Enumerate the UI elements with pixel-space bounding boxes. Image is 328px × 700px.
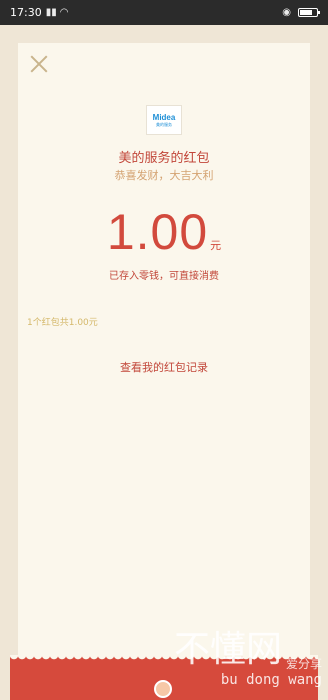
dual-sim-icon: ▮▮ [45, 7, 57, 18]
packet-summary: 1个红包共1.00元 [27, 318, 98, 328]
watermark-side: 爱分享 [285, 657, 322, 671]
watermark-badge-icon [154, 680, 172, 698]
status-time: 17:30 [10, 6, 42, 19]
logo-text: Midea [152, 112, 176, 122]
close-icon[interactable] [30, 55, 48, 73]
amount-row: 1.00 元 [18, 203, 310, 261]
amount-unit: 元 [210, 239, 222, 252]
red-packet-card: Midea 美的服务 美的服务的红包 恭喜发财，大吉大利 1.00 元 已存入零钱… [18, 43, 310, 683]
sender-title: 美的服务的红包 [118, 151, 210, 166]
watermark: 不懂网 爱分享 bu dong wang [174, 620, 322, 688]
amount-value: 1.00 [106, 204, 209, 260]
sender-logo: Midea 美的服务 [146, 105, 182, 135]
logo-subtext: 美的服务 [156, 121, 172, 127]
alarm-icon: ◉ [282, 7, 291, 18]
watermark-sub: bu dong wang [220, 672, 322, 688]
wifi-icon: ◠ [59, 7, 69, 18]
status-bar: 17:30 ▮▮ ◠ ◉ [0, 0, 328, 25]
watermark-main: 不懂网 [173, 629, 282, 670]
view-records-link[interactable]: 查看我的红包记录 [18, 359, 310, 375]
battery-icon [298, 8, 320, 17]
deposit-note: 已存入零钱，可直接消费 [109, 271, 219, 282]
greeting-text: 恭喜发财，大吉大利 [114, 169, 214, 182]
